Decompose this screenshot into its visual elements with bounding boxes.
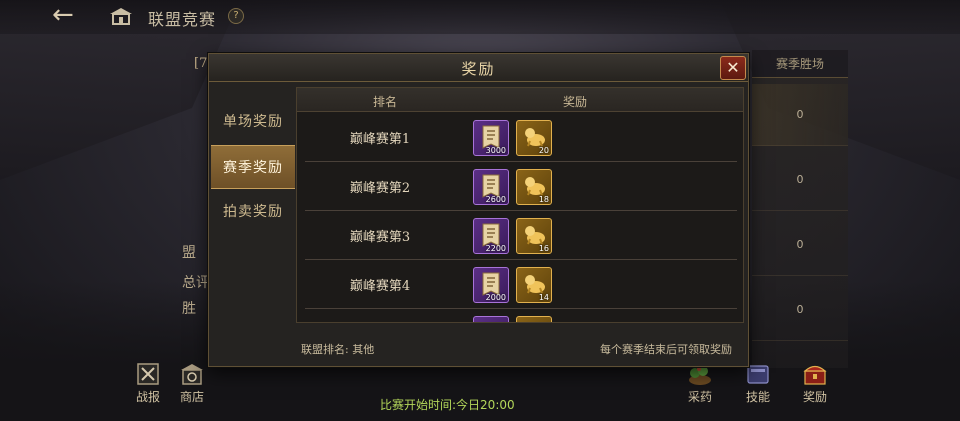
golden-beast-icon[interactable]: 14: [516, 267, 552, 303]
rank-label: 巅峰赛第2: [349, 181, 411, 196]
shop-button[interactable]: 商店: [170, 362, 214, 405]
bg-wins-cell: 0: [752, 214, 848, 276]
alliance-gate-icon: [110, 8, 132, 25]
bg-wins-cell: 0: [752, 84, 848, 146]
golden-beast-icon[interactable]: [516, 316, 552, 322]
header-reward: 奖励: [563, 95, 588, 109]
item-quantity: 18: [538, 195, 549, 204]
rank-label: 巅峰赛第1: [349, 132, 411, 147]
skill-label: 技能: [745, 390, 770, 404]
token-icon[interactable]: [473, 316, 509, 322]
item-quantity: 2000: [485, 293, 506, 302]
reward-claim-note: 每个赛季结束后可领取奖励: [600, 343, 732, 356]
help-icon[interactable]: ?: [228, 8, 244, 24]
golden-beast-icon[interactable]: 20: [516, 120, 552, 156]
herb-button[interactable]: 采药: [678, 362, 722, 405]
tab-single-match-reward[interactable]: 单场奖励: [211, 100, 295, 144]
table-row: 巅峰赛第2 2600 18: [305, 162, 737, 211]
modal-title: 奖励: [461, 60, 496, 78]
reward-label: 奖励: [802, 390, 827, 404]
back-arrow-icon[interactable]: ←: [52, 2, 82, 28]
item-quantity: 2600: [485, 195, 506, 204]
bg-side-label: 盟: [182, 245, 196, 261]
reward-chest-icon: [803, 365, 827, 385]
tab-season-reward[interactable]: 赛季奖励: [211, 145, 295, 189]
close-icon[interactable]: ✕: [720, 56, 746, 80]
table-header: 排名 奖励: [297, 88, 743, 112]
modal-header: 奖励 ✕: [209, 54, 748, 82]
table-row-partial: [305, 309, 737, 322]
token-icon[interactable]: 2000: [473, 267, 509, 303]
page-title: 联盟竞赛: [148, 10, 217, 29]
bg-side-label: 总评: [182, 275, 210, 291]
item-quantity: 20: [538, 146, 549, 155]
alliance-rank-text: 联盟排名: 其他: [301, 343, 375, 356]
token-icon[interactable]: 3000: [473, 120, 509, 156]
shop-icon: [181, 364, 203, 385]
battle-report-icon: [137, 363, 159, 385]
reward-table: 排名 奖励 巅峰赛第1 3000 20 巅峰赛第2 2600 18 巅峰赛第3 …: [296, 87, 744, 323]
skill-button[interactable]: 技能: [736, 362, 780, 405]
bg-wins-cell: 0: [752, 149, 848, 211]
item-quantity: 16: [538, 244, 549, 253]
token-icon[interactable]: 2600: [473, 169, 509, 205]
golden-beast-icon[interactable]: 16: [516, 218, 552, 254]
battle-report-button[interactable]: 战报: [126, 362, 170, 405]
bg-wins-header: 赛季胜场: [752, 50, 848, 78]
header-rank: 排名: [373, 95, 398, 109]
table-row: 巅峰赛第1 3000 20: [305, 113, 737, 162]
item-quantity: 3000: [485, 146, 506, 155]
top-bar: ← 联盟竞赛 ?: [0, 0, 960, 34]
match-start-time: 比赛开始时间:今日20:00: [380, 398, 515, 412]
table-row: 巅峰赛第4 2000 14: [305, 260, 737, 309]
battle-report-label: 战报: [135, 390, 160, 404]
item-quantity: 14: [538, 293, 549, 302]
reward-modal: 奖励 ✕ 单场奖励 赛季奖励 拍卖奖励 排名 奖励 巅峰赛第1 3000 20 …: [208, 53, 749, 367]
tab-auction-reward[interactable]: 拍卖奖励: [211, 190, 295, 234]
rank-label: 巅峰赛第3: [349, 230, 411, 245]
token-icon[interactable]: 2200: [473, 218, 509, 254]
reward-button[interactable]: 奖励: [793, 362, 837, 405]
shop-label: 商店: [179, 390, 204, 404]
bg-side-label: 胜: [182, 301, 196, 317]
herb-label: 采药: [687, 390, 712, 404]
bg-wins-cell: 0: [752, 279, 848, 341]
table-row: 巅峰赛第3 2200 16: [305, 211, 737, 260]
golden-beast-icon[interactable]: 18: [516, 169, 552, 205]
rank-label: 巅峰赛第4: [349, 279, 411, 294]
item-quantity: 2200: [485, 244, 506, 253]
